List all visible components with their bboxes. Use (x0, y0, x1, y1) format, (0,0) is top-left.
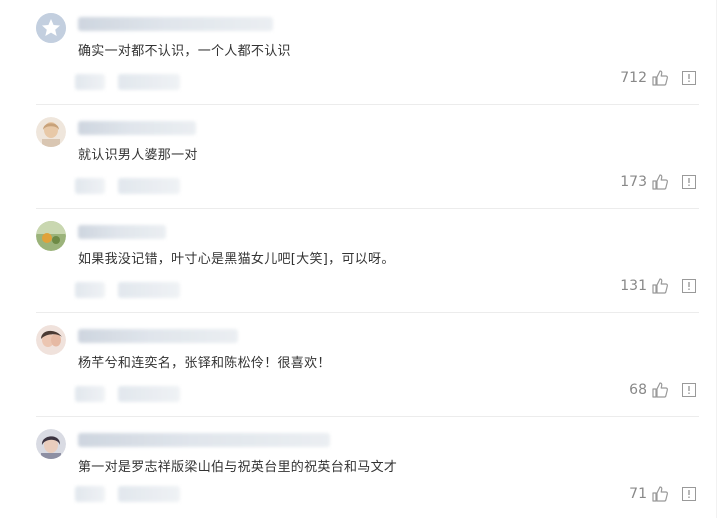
default-star-avatar-icon (36, 13, 66, 43)
like-button[interactable]: 131 (620, 277, 669, 295)
like-count: 131 (620, 278, 647, 294)
user-avatar-icon (36, 221, 66, 251)
comment-item: 就认识男人婆那一对 173 (0, 104, 717, 208)
user-avatar-icon (36, 117, 66, 147)
comment-item: 如果我没记错，叶寸心是黑猫女儿吧[大笑]，可以呀。 131 (0, 208, 717, 312)
user-avatar-icon (36, 429, 66, 459)
thumbs-up-icon (652, 278, 668, 294)
like-button[interactable]: 712 (620, 69, 669, 87)
comment-text: 就认识男人婆那一对 (78, 148, 198, 163)
meta-blurred (75, 178, 105, 194)
like-count: 173 (620, 174, 647, 190)
avatar[interactable] (36, 325, 66, 355)
comment-item: 确实一对都不认识，一个人都不认识 712 (0, 0, 717, 104)
avatar[interactable] (36, 221, 66, 251)
meta-blurred (75, 282, 105, 298)
like-count: 712 (620, 70, 647, 86)
avatar[interactable] (36, 13, 66, 43)
report-icon[interactable] (682, 279, 696, 293)
like-button[interactable]: 173 (620, 173, 669, 191)
username-blurred (78, 433, 330, 447)
comment-text: 确实一对都不认识，一个人都不认识 (78, 44, 291, 59)
comment-text: 杨芊兮和连奕名，张铎和陈松伶！很喜欢！ (78, 356, 331, 371)
thumbs-up-icon (652, 174, 668, 190)
like-button[interactable]: 71 (629, 485, 669, 503)
like-count: 68 (629, 382, 647, 398)
report-icon[interactable] (682, 487, 696, 501)
thumbs-up-icon (652, 486, 668, 502)
username-blurred (78, 17, 273, 31)
report-icon[interactable] (682, 175, 696, 189)
username-blurred (78, 329, 238, 343)
like-button[interactable]: 68 (629, 381, 669, 399)
report-icon[interactable] (682, 71, 696, 85)
meta-blurred (75, 74, 105, 90)
comment-text: 第一对是罗志祥版梁山伯与祝英台里的祝英台和马文才 (78, 460, 398, 475)
thumbs-up-icon (652, 382, 668, 398)
meta-blurred (75, 486, 105, 502)
user-avatar-icon (36, 325, 66, 355)
meta-blurred (118, 74, 180, 90)
meta-blurred (118, 178, 180, 194)
meta-blurred (118, 386, 180, 402)
meta-blurred (118, 282, 180, 298)
username-blurred (78, 225, 166, 239)
meta-blurred (118, 486, 180, 502)
comment-item: 第一对是罗志祥版梁山伯与祝英台里的祝英台和马文才 71 (0, 416, 717, 520)
thumbs-up-icon (652, 70, 668, 86)
comment-text: 如果我没记错，叶寸心是黑猫女儿吧[大笑]，可以呀。 (78, 252, 395, 267)
avatar[interactable] (36, 429, 66, 459)
report-icon[interactable] (682, 383, 696, 397)
like-count: 71 (629, 486, 647, 502)
meta-blurred (75, 386, 105, 402)
username-blurred (78, 121, 196, 135)
comment-item: 杨芊兮和连奕名，张铎和陈松伶！很喜欢！ 68 (0, 312, 717, 416)
avatar[interactable] (36, 117, 66, 147)
